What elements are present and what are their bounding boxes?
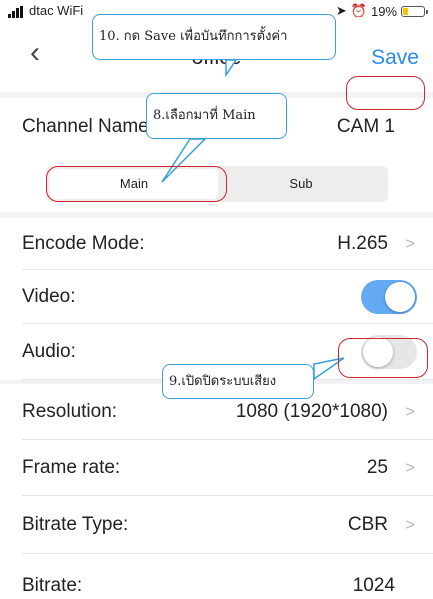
tab-sub[interactable]: Sub bbox=[218, 169, 384, 199]
save-button[interactable]: Save bbox=[371, 46, 419, 70]
frame-rate-label: Frame rate: bbox=[22, 457, 121, 478]
signal-icon bbox=[8, 6, 23, 18]
battery-percent: 19% bbox=[370, 3, 397, 19]
toggle-knob bbox=[385, 282, 415, 312]
chevron-right-icon: > bbox=[405, 402, 415, 421]
bitrate-label: Bitrate: bbox=[22, 575, 83, 596]
status-left: dtac WiFi bbox=[8, 3, 83, 18]
audio-toggle-highlight bbox=[338, 338, 428, 378]
channel-name-value: CAM 1 bbox=[336, 116, 395, 137]
audio-callout: 9.เปิดปิดระบบเสียง bbox=[162, 364, 314, 399]
bitrate-value: 1024 bbox=[352, 575, 395, 596]
frame-rate-value: 25 bbox=[366, 457, 388, 478]
main-tab-highlight bbox=[46, 166, 227, 202]
resolution-label: Resolution: bbox=[22, 401, 118, 422]
save-highlight bbox=[346, 76, 425, 110]
battery-icon bbox=[401, 5, 428, 17]
carrier-label: dtac WiFi bbox=[29, 3, 84, 18]
bitrate-type-label: Bitrate Type: bbox=[22, 514, 129, 535]
alarm-icon: ⏰ bbox=[350, 3, 367, 18]
channel-name-label: Channel Name bbox=[22, 116, 149, 137]
encode-mode-row[interactable]: Encode Mode: H.265 > bbox=[0, 218, 433, 270]
main-callout: 8.เลือกมาที่ Main bbox=[146, 93, 287, 139]
video-row: Video: bbox=[0, 270, 433, 324]
encode-mode-value: H.265 bbox=[337, 233, 388, 254]
video-toggle[interactable] bbox=[361, 280, 417, 314]
bitrate-type-value: CBR bbox=[347, 514, 388, 535]
video-label: Video: bbox=[22, 286, 76, 307]
save-callout: 10. กด Save เพื่อบันทึกการตั้งค่า bbox=[92, 14, 336, 60]
resolution-value: 1080 (1920*1080) bbox=[235, 401, 388, 422]
bitrate-type-row[interactable]: Bitrate Type: CBR > bbox=[0, 496, 433, 554]
chevron-right-icon: > bbox=[405, 234, 415, 253]
frame-rate-row[interactable]: Frame rate: 25 > bbox=[0, 440, 433, 496]
bitrate-row[interactable]: Bitrate: 1024 bbox=[0, 554, 433, 599]
audio-label: Audio: bbox=[22, 341, 76, 362]
chevron-right-icon: > bbox=[405, 515, 415, 534]
location-icon: ➤ bbox=[335, 3, 347, 18]
chevron-right-icon: > bbox=[405, 458, 415, 477]
status-right: ➤ ⏰ 19% bbox=[335, 3, 428, 19]
encode-mode-label: Encode Mode: bbox=[22, 233, 145, 254]
